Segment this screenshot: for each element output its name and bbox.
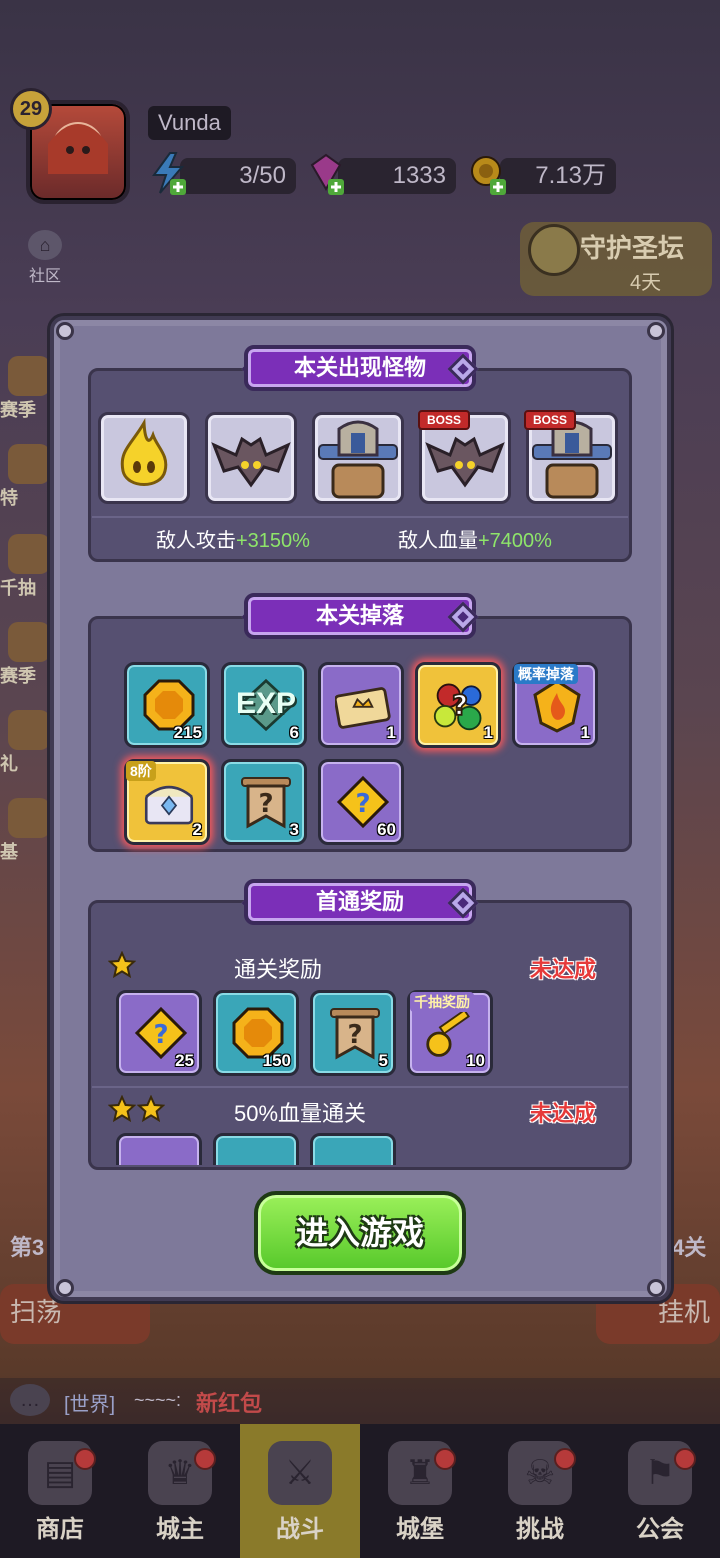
monster-card-dark-bat[interactable] [205, 412, 297, 504]
chat-bubble-icon[interactable]: … [10, 1384, 50, 1416]
side-item-thousand-draw[interactable]: 千抽 [0, 534, 52, 598]
gem-icon[interactable] [306, 150, 346, 196]
svg-text:?: ? [153, 1020, 168, 1050]
enemy-attack-value: +3150% [236, 530, 310, 552]
enemy-hp-label: 敌人血量 [398, 530, 478, 552]
reward-item-mystery-puzzle[interactable]: ? 25 [116, 990, 202, 1076]
boss-tag: BOSS [524, 410, 576, 430]
mystery-banner-icon: ? [327, 1005, 383, 1061]
rivet [56, 322, 74, 340]
monsters-section-title: 本关出现怪物 [244, 345, 476, 391]
swords-icon: ⚔ [268, 1441, 332, 1505]
svg-text:?: ? [258, 789, 273, 819]
mystery-gems-icon: ? [432, 677, 488, 733]
svg-text:?: ? [347, 1020, 362, 1050]
stage-label-right: 4关 [672, 1235, 707, 1260]
reward-item-partial[interactable] [310, 1133, 396, 1165]
reward-item-partial[interactable] [116, 1133, 202, 1165]
community-label: 社区 [28, 268, 61, 285]
player-name: Vunda [148, 106, 231, 140]
enemy-attack-stat: 敌人攻击+3150% [156, 524, 310, 553]
ticket-icon [335, 677, 391, 733]
enemy-hp-value: +7400% [478, 530, 552, 552]
monster-card-fire-spirit[interactable] [98, 412, 190, 504]
player-level-badge: 29 [10, 88, 52, 130]
drop-item-mystery-gems[interactable]: ? 1 [415, 662, 501, 748]
reward-item-partial[interactable] [213, 1133, 299, 1165]
gems-value: 1333 [338, 158, 456, 194]
chat-user: ~~~~: [134, 1390, 182, 1410]
side-item-gift[interactable]: 礼 [0, 710, 52, 774]
flame-emblem-icon [529, 677, 585, 733]
notification-dot [194, 1448, 216, 1470]
nav-challenge[interactable]: ☠ 挑战 [480, 1424, 600, 1558]
notification-dot [434, 1448, 456, 1470]
clear-reward-status: 未达成 [530, 957, 597, 982]
home-icon: ⌂ [28, 230, 62, 260]
chat-channel: [世界] [64, 1394, 116, 1416]
altar-star-icon [528, 224, 580, 276]
side-item-season[interactable]: 赛季 [0, 356, 52, 420]
drop-chance-tag: 概率掉落 [514, 664, 578, 684]
notification-dot [74, 1448, 96, 1470]
tier-tag: 8阶 [126, 761, 156, 781]
chat-message: 新红包 [196, 1391, 263, 1416]
rivet [56, 1279, 74, 1297]
monster-card-armored-knight[interactable] [312, 412, 404, 504]
guard-altar-title: 守护圣坛 [580, 233, 685, 263]
gold-icon[interactable] [468, 150, 508, 196]
energy-value: 3/50 [180, 158, 296, 194]
thousand-draw-tag: 千抽奖励 [410, 992, 474, 1012]
energy-icon[interactable] [148, 150, 188, 196]
community-button[interactable]: ⌂ 社区 [22, 230, 68, 286]
svg-text:?: ? [355, 789, 370, 819]
star-icon [108, 951, 136, 979]
first-clear-section-title: 首通奖励 [244, 879, 476, 925]
reward-item-mystery-banner[interactable]: ? 5 [310, 990, 396, 1076]
stage-label-left: 第3 [10, 1235, 45, 1260]
half-hp-clear-status: 未达成 [530, 1101, 597, 1126]
star-icon [137, 1095, 165, 1123]
bottom-nav: ▤ 商店 ♛ 城主 ⚔ 战斗 ♜ 城堡 ☠ 挑战 ⚑ 公会 [0, 1424, 720, 1558]
drop-item-mystery-banner[interactable]: ? 3 [221, 759, 307, 845]
side-item-fund[interactable]: 基 [0, 798, 52, 862]
boss-tag: BOSS [418, 410, 470, 430]
treasure-chest-icon [141, 774, 197, 830]
clear-reward-label: 通关奖励 [234, 957, 323, 982]
drop-item-exp[interactable]: EXP 6 [221, 662, 307, 748]
side-item-special[interactable]: 特 [0, 444, 52, 508]
rivet [647, 322, 665, 340]
divider [92, 516, 628, 518]
notification-dot [674, 1448, 696, 1470]
enemy-hp-stat: 敌人血量+7400% [398, 524, 552, 553]
half-hp-clear-label: 50%血量通关 [234, 1101, 367, 1126]
drop-item-gold[interactable]: 215 [124, 662, 210, 748]
drop-item-mystery-puzzle[interactable]: ? 60 [318, 759, 404, 845]
reward-row-2-partial [92, 1133, 632, 1165]
enter-game-button[interactable]: 进入游戏 [254, 1191, 466, 1275]
nav-shop[interactable]: ▤ 商店 [0, 1424, 120, 1558]
drop-item-ticket[interactable]: 1 [318, 662, 404, 748]
svg-text:?: ? [452, 688, 468, 721]
nav-castle[interactable]: ♜ 城堡 [360, 1424, 480, 1558]
mystery-banner-icon: ? [238, 774, 294, 830]
nav-guild[interactable]: ⚑ 公会 [600, 1424, 720, 1558]
reward-item-gold[interactable]: 150 [213, 990, 299, 1076]
rivet [647, 1279, 665, 1297]
gold-value: 7.13万 [500, 158, 616, 194]
exp-text: EXP [236, 687, 297, 720]
nav-battle[interactable]: ⚔ 战斗 [240, 1424, 360, 1558]
notification-dot [554, 1448, 576, 1470]
guard-altar-days: 4天 [630, 272, 662, 294]
nav-lord[interactable]: ♛ 城主 [120, 1424, 240, 1558]
divider [92, 1086, 628, 1088]
enemy-attack-label: 敌人攻击 [156, 530, 236, 552]
star-icon [108, 1095, 136, 1123]
drops-section-title: 本关掉落 [244, 593, 476, 639]
side-item-season-2[interactable]: 赛季 [0, 622, 52, 686]
